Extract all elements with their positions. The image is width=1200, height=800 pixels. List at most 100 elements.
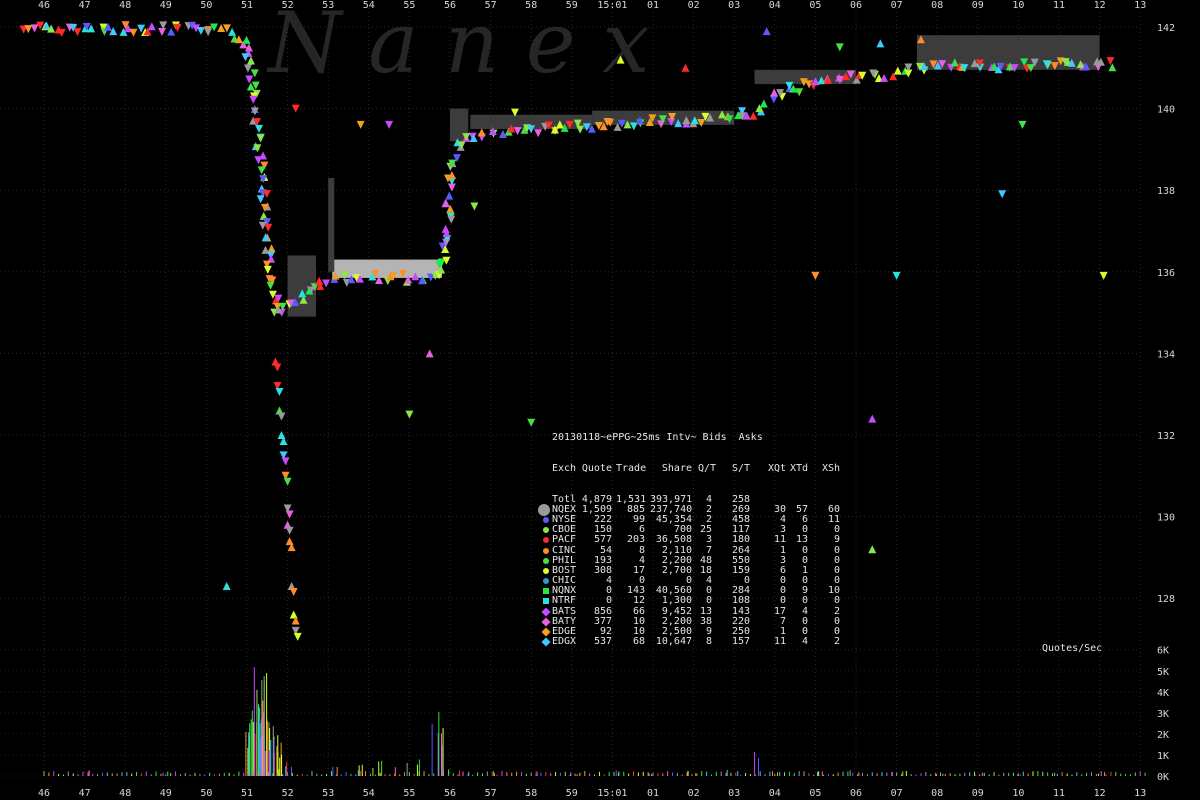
watermark: N a n e x <box>266 0 650 92</box>
exchange-swatch <box>538 503 550 516</box>
stats-cell-trade: 68 <box>632 636 645 648</box>
exchange-swatch <box>541 627 551 637</box>
x-tick-top: 15:01 <box>597 0 627 11</box>
x-tick-bottom: 48 <box>119 788 131 799</box>
x-tick-top: 50 <box>200 0 212 11</box>
x-tick-top: 07 <box>891 0 903 11</box>
ask-marker <box>129 28 138 37</box>
bid-marker <box>242 35 251 44</box>
stats-col-xsh: XSh <box>821 463 840 474</box>
bid-marker <box>1108 63 1117 72</box>
ask-marker <box>277 412 286 421</box>
exchange-swatch <box>543 567 549 574</box>
bid-marker <box>246 56 255 65</box>
quote-band <box>328 177 335 272</box>
ask-marker <box>285 510 294 519</box>
ask-marker <box>293 632 302 641</box>
volume-bars <box>43 667 1146 776</box>
quote-band <box>332 259 442 278</box>
ask-marker <box>196 26 205 35</box>
bid-marker <box>167 27 176 36</box>
x-tick-bottom: 57 <box>485 788 497 799</box>
x-tick-bottom: 50 <box>200 788 212 799</box>
x-tick-top: 10 <box>1012 0 1024 11</box>
qps-tick: 0K <box>1157 772 1169 783</box>
bid-marker <box>222 581 231 590</box>
ask-marker <box>281 457 290 466</box>
x-tick-bottom: 04 <box>769 788 781 799</box>
qps-tick: 6K <box>1157 646 1169 657</box>
stats-cell-xsh: 2 <box>833 636 840 648</box>
x-tick-top: 53 <box>322 0 334 11</box>
ask-marker <box>1106 57 1115 66</box>
x-tick-bottom: 02 <box>688 788 700 799</box>
ask-marker <box>527 418 536 427</box>
x-tick-bottom: 49 <box>160 788 172 799</box>
x-tick-top: 49 <box>160 0 172 11</box>
bid-marker <box>267 244 276 253</box>
ask-marker <box>811 271 820 280</box>
ask-marker <box>266 281 275 290</box>
x-tick-bottom: 46 <box>38 788 50 799</box>
stats-col-trade: Trade <box>616 463 647 474</box>
ask-marker <box>576 125 585 134</box>
ask-marker <box>255 124 264 133</box>
stats-cell-quote: 537 <box>593 636 612 648</box>
bid-marker <box>441 224 450 233</box>
stats-col-quote: Quote <box>581 463 612 474</box>
exchange-swatch <box>543 516 549 523</box>
x-tick-bottom: 55 <box>403 788 415 799</box>
ask-marker <box>322 279 331 288</box>
y-tick: 132 <box>1157 431 1175 442</box>
x-tick-bottom: 53 <box>322 788 334 799</box>
ask-marker <box>285 526 294 535</box>
bid-marker <box>445 191 454 200</box>
y-tick: 140 <box>1157 105 1175 116</box>
bid-marker <box>880 73 889 82</box>
x-tick-bottom: 09 <box>972 788 984 799</box>
ask-marker <box>241 53 250 62</box>
qps-tick: 4K <box>1157 688 1169 699</box>
x-tick-top: 48 <box>119 0 131 11</box>
ask-marker <box>256 134 265 143</box>
exchange-swatch <box>543 557 549 564</box>
exchange-swatch <box>541 637 551 647</box>
ask-marker <box>998 190 1007 199</box>
stats-cell-exch: EDGX <box>552 636 577 648</box>
x-tick-top: 11 <box>1053 0 1065 11</box>
x-tick-bottom: 58 <box>525 788 537 799</box>
bid-marker <box>441 199 450 208</box>
stats-cell-xtd: 4 <box>801 636 808 648</box>
ask-marker <box>513 127 522 136</box>
x-tick-bottom: 10 <box>1012 788 1024 799</box>
y-tick: 142 <box>1157 23 1175 34</box>
ask-marker <box>447 215 456 224</box>
ask-marker <box>204 28 213 37</box>
stats-body: Totl 4,879 1,531 393,971 4 258 NQEX 1,509 885 237… <box>538 494 840 648</box>
x-tick-top: 47 <box>79 0 91 11</box>
ask-marker <box>1099 271 1108 280</box>
bid-marker <box>893 66 902 75</box>
ask-marker <box>470 202 479 211</box>
x-tick-top: 52 <box>282 0 294 11</box>
exchange-swatch <box>543 547 549 554</box>
x-tick-bottom: 08 <box>931 788 943 799</box>
ask-marker <box>769 95 778 104</box>
stats-col-xqt: XQt <box>767 463 786 474</box>
ask-marker <box>534 129 543 138</box>
x-tick-top: 54 <box>363 0 375 11</box>
exchange-swatch <box>543 578 549 585</box>
bid-marker <box>868 545 877 554</box>
bid-marker <box>759 99 768 108</box>
ask-marker <box>263 265 272 274</box>
exchange-swatch <box>543 537 549 544</box>
price-quote-chart: N a n e x 46 47 48 49 50 51 52 53 54 55 56 57 58 59 15… <box>0 0 1175 799</box>
ask-marker <box>173 23 182 32</box>
x-tick-bottom: 52 <box>282 788 294 799</box>
x-tick-bottom: 03 <box>728 788 740 799</box>
x-tick-bottom: 51 <box>241 788 253 799</box>
qps-tick: 3K <box>1157 709 1169 720</box>
ask-marker <box>283 477 292 486</box>
ask-marker <box>273 363 282 372</box>
bid-marker <box>228 27 237 36</box>
